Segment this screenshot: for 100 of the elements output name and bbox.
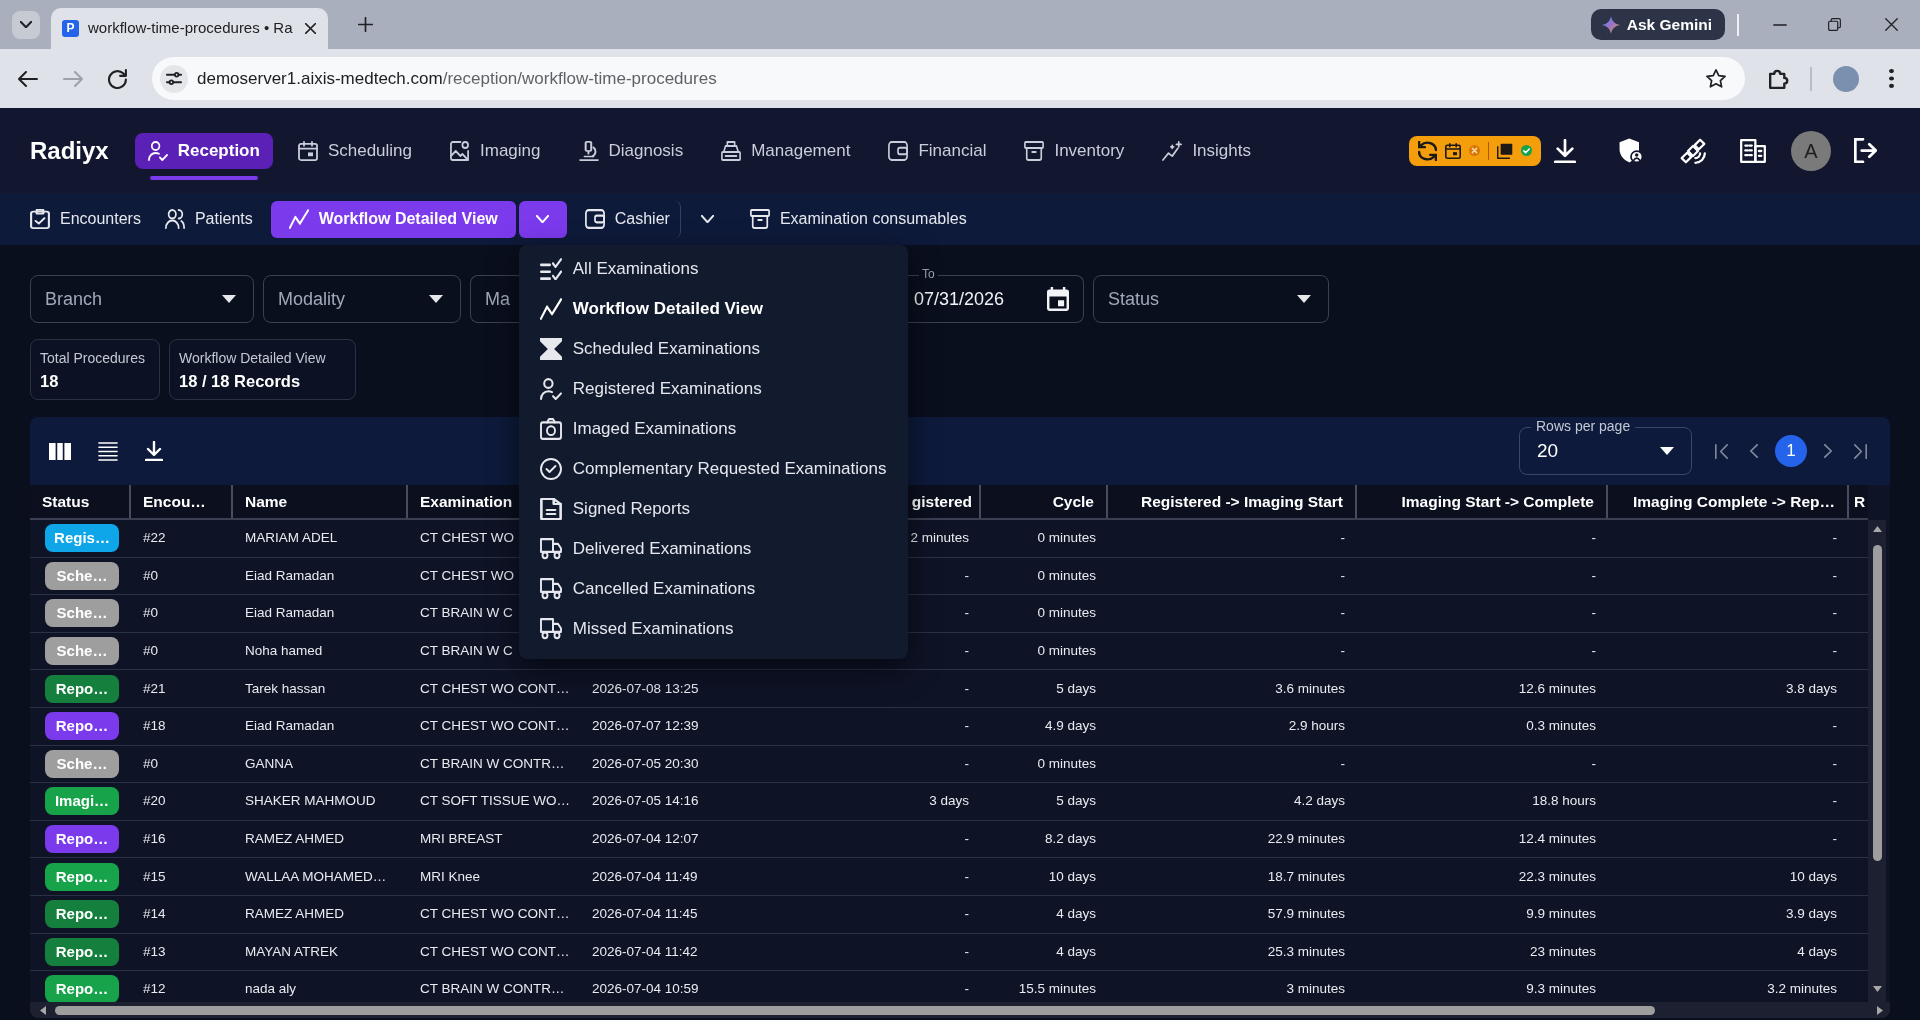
list-lines-icon[interactable] <box>98 441 118 461</box>
table-cell-text: - <box>1832 529 1837 548</box>
select-field[interactable]: Branch <box>30 275 254 323</box>
table-cell-text: RAMEZ AHMED <box>245 905 344 924</box>
sync-icon <box>1418 140 1437 161</box>
menu-item[interactable]: Complementary Requested Examinations <box>518 449 908 489</box>
reload-icon[interactable] <box>108 68 128 89</box>
table-cell-text: #0 <box>143 604 159 623</box>
column-header[interactable]: Cycle <box>1052 489 1094 514</box>
table-cell-text: - <box>964 867 969 886</box>
address-bar[interactable]: demoserver1.aixis-medtech.com/reception/workflow-time-procedures <box>152 57 1745 100</box>
table-cell-text: - <box>964 829 969 848</box>
subnav-tab[interactable]: Encounters <box>24 200 147 238</box>
assistant-button[interactable]: Ask Gemini <box>1590 9 1725 40</box>
building-icon[interactable] <box>1740 138 1766 163</box>
menu-item[interactable]: Signed Reports <box>518 489 908 529</box>
chevron-left-icon[interactable] <box>1750 444 1758 458</box>
table-cell-text: Eiad Ramadan <box>245 717 335 736</box>
table-cell-text: MARIAM ADEL <box>245 529 338 548</box>
scrollbar-thumb[interactable] <box>1872 545 1882 861</box>
menu-item[interactable]: All Examinations <box>518 249 908 289</box>
column-header[interactable]: Imaging Start -> Complete <box>1401 489 1594 514</box>
table-cell-text: 2026-07-04 11:42 <box>592 942 698 961</box>
document-stack-icon <box>1497 142 1513 159</box>
restore-icon[interactable] <box>1828 18 1841 31</box>
subnav-tab[interactable]: Examination consumables <box>743 200 973 238</box>
column-header[interactable]: Examination <box>420 489 513 514</box>
tab-search-button[interactable] <box>12 10 40 39</box>
kebab-menu-icon[interactable] <box>1889 69 1894 88</box>
column-header[interactable]: R <box>1854 489 1866 514</box>
columns-icon[interactable] <box>49 442 71 460</box>
nav-tab[interactable]: Financial <box>875 132 1000 169</box>
last-page-icon[interactable] <box>1854 443 1867 459</box>
table-cell-text: 8.2 days <box>1044 829 1096 848</box>
column-header[interactable]: Registered -> Imaging Start <box>1141 489 1343 514</box>
table-cell-text: Eiad Ramadan <box>245 566 335 585</box>
dropdown-toggle-button[interactable] <box>518 200 567 238</box>
column-header[interactable]: Status <box>42 489 90 514</box>
table-cell-text: 2026-07-05 14:16 <box>592 792 699 811</box>
select-field[interactable]: Status <box>1093 275 1329 323</box>
column-header[interactable]: Name <box>245 489 288 514</box>
menu-item[interactable]: Missed Examinations <box>518 609 908 649</box>
table-cell-text: 0 minutes <box>1037 604 1096 623</box>
calendar-icon <box>297 140 318 161</box>
archive-box-icon <box>1024 140 1045 161</box>
table-cell-text: - <box>964 566 969 585</box>
scroll-right-arrow-icon[interactable] <box>1877 1005 1883 1015</box>
chevron-down-icon <box>536 215 550 223</box>
nav-tab[interactable]: Imaging <box>437 132 554 169</box>
back-arrow-icon[interactable] <box>18 70 38 87</box>
download-icon[interactable] <box>1554 138 1576 163</box>
sliders-icon[interactable] <box>160 64 188 93</box>
calendar-icon <box>1445 142 1461 159</box>
chevron-right-icon[interactable] <box>1824 444 1832 458</box>
nav-tab[interactable]: Diagnosis <box>565 132 697 169</box>
select-field[interactable]: Modality <box>263 275 461 323</box>
satellite-icon[interactable] <box>1680 137 1706 164</box>
menu-item[interactable]: Cancelled Examinations <box>518 569 908 609</box>
browser-tab[interactable]: P workflow-time-procedures • Ra <box>51 8 328 49</box>
subnav-tab[interactable]: Workflow Detailed View <box>270 200 516 238</box>
download-icon[interactable] <box>145 441 163 461</box>
page-button[interactable]: 1 <box>1775 435 1807 467</box>
table-cell-text: 3.9 days <box>1785 905 1837 924</box>
menu-item[interactable]: Workflow Detailed View <box>518 289 908 329</box>
scroll-left-arrow-icon[interactable] <box>40 1005 46 1015</box>
service-status-pill[interactable] <box>1409 135 1541 166</box>
table-cell-text: - <box>964 754 969 773</box>
select-field[interactable]: Ma <box>470 275 519 323</box>
bookmark-star-icon[interactable] <box>1706 69 1726 88</box>
shield-user-icon[interactable] <box>1619 138 1643 163</box>
table-cell-text: 2026-07-07 12:39 <box>592 717 699 736</box>
profile-avatar[interactable] <box>1833 65 1859 92</box>
subnav-tab[interactable]: Cashier <box>578 200 681 238</box>
first-page-icon[interactable] <box>1715 443 1728 459</box>
menu-item[interactable]: Delivered Examinations <box>518 529 908 569</box>
new-tab-icon[interactable] <box>358 17 373 32</box>
scrollbar-thumb[interactable] <box>55 1005 1655 1015</box>
scroll-up-arrow-icon[interactable] <box>1872 526 1882 532</box>
subnav-tab[interactable]: Patients <box>158 200 259 238</box>
table-cell-text: - <box>1340 604 1345 623</box>
menu-item[interactable]: Registered Examinations <box>518 369 908 409</box>
column-header[interactable]: Imaging Complete -> Rep… <box>1633 489 1835 514</box>
nav-tab[interactable]: Insights <box>1149 132 1264 169</box>
status-badge: Repo… <box>45 825 119 854</box>
table-cell-text: 5 days <box>1056 679 1096 698</box>
menu-item[interactable]: Imaged Examinations <box>518 409 908 449</box>
menu-item[interactable]: Scheduled Examinations <box>518 329 908 369</box>
nav-tab[interactable]: Scheduling <box>284 132 425 169</box>
nav-tab[interactable]: Inventory <box>1011 132 1138 169</box>
column-header[interactable]: Encou… <box>143 489 206 514</box>
close-icon[interactable] <box>305 23 316 34</box>
scroll-down-arrow-icon[interactable] <box>1872 986 1882 992</box>
user-avatar[interactable]: A <box>1791 130 1831 171</box>
summary-value: 18 / 18 Records <box>179 371 301 392</box>
close-icon[interactable] <box>1885 18 1898 31</box>
puzzle-icon[interactable] <box>1769 68 1789 89</box>
logout-icon[interactable] <box>1854 138 1877 163</box>
table-cell-text: - <box>964 679 969 698</box>
minimize-icon[interactable] <box>1773 23 1787 26</box>
nav-tab[interactable]: Management <box>708 132 864 169</box>
